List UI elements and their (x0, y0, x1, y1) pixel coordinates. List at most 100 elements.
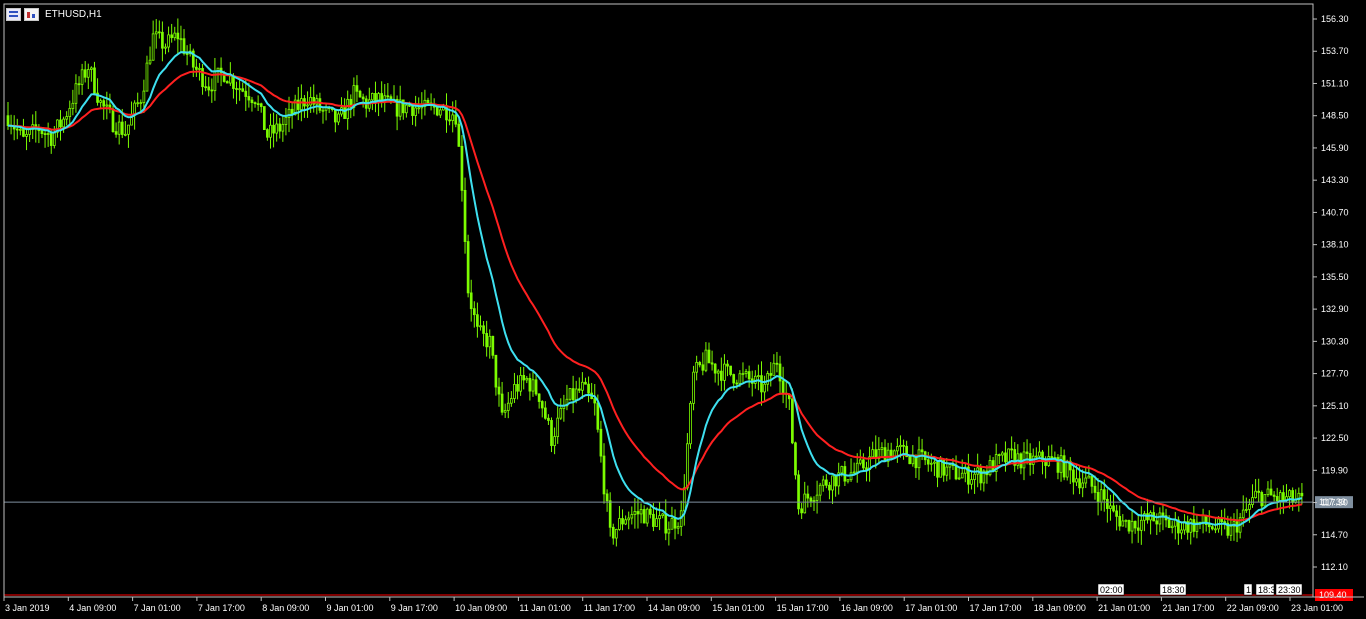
candle-body (466, 241, 470, 294)
y-tick-label: 140.70 (1321, 207, 1349, 217)
candle-body (1275, 496, 1279, 502)
candle-body (503, 410, 507, 413)
y-tick-label: 145.90 (1321, 143, 1349, 153)
candle-body (550, 420, 553, 446)
candle-body (519, 375, 522, 392)
candle-body (781, 380, 785, 394)
candle-body (68, 108, 72, 117)
candle-body (624, 519, 627, 525)
candle-body (936, 461, 939, 478)
candle-body (828, 484, 831, 491)
candle-body (673, 518, 677, 529)
candle-body (102, 100, 106, 107)
candle-body (500, 393, 504, 413)
candle-body (127, 124, 130, 135)
candle-body (1102, 489, 1106, 500)
x-tick-label: 4 Jan 09:00 (69, 603, 116, 613)
candle-body (411, 105, 414, 116)
candle-body (1266, 488, 1270, 495)
chart-window-icon[interactable] (6, 8, 21, 21)
candle-body (1004, 452, 1007, 463)
candle-body (43, 133, 47, 136)
y-tick-label: 127.70 (1321, 369, 1349, 379)
candle-body (65, 116, 69, 120)
candle-body (1001, 452, 1004, 456)
candle-body (204, 86, 207, 89)
candle-body (1087, 475, 1091, 479)
candle-body (1034, 455, 1038, 458)
candle-body (494, 354, 498, 388)
candle-body (633, 511, 637, 515)
candle-body (80, 69, 84, 85)
x-tick-label: 7 Jan 01:00 (134, 603, 181, 613)
candle-body (525, 377, 529, 381)
candle-body (281, 124, 285, 132)
time-marker-label: 18:3 (1258, 585, 1276, 595)
candle-body (1235, 521, 1239, 533)
candle-body (25, 133, 28, 137)
candle-body (729, 365, 732, 375)
candle-body (71, 102, 75, 109)
candle-body (1244, 508, 1248, 511)
candle-body (645, 508, 649, 524)
candle-body (661, 513, 665, 517)
candle-body (1127, 519, 1131, 532)
x-tick-label: 7 Jan 17:00 (198, 603, 245, 613)
candle-body (343, 107, 346, 119)
candle-body (225, 81, 229, 84)
candle-body (559, 408, 563, 419)
candle-body (22, 128, 25, 137)
candle-body (738, 373, 742, 384)
candle-body (361, 96, 365, 100)
candle-body (210, 89, 214, 92)
x-tick-label: 11 Jan 01:00 (519, 603, 570, 613)
candle-body (920, 449, 924, 453)
candle-body (93, 67, 96, 94)
candle-body (164, 46, 167, 49)
candle-body (800, 508, 803, 514)
candle-body (485, 333, 488, 348)
candle-body (797, 474, 800, 510)
candle-body (794, 442, 797, 476)
x-tick-label: 17 Jan 01:00 (905, 603, 957, 613)
candle-body (522, 375, 526, 381)
moving-averages-layer (7, 51, 1303, 527)
candle-body (1081, 482, 1085, 489)
candle-body (880, 447, 884, 450)
flag-icon[interactable] (24, 8, 39, 21)
candle-body (1201, 515, 1205, 523)
candle-body (896, 446, 899, 452)
candle-body (917, 449, 921, 469)
x-tick-label: 10 Jan 09:00 (455, 603, 507, 613)
candle-body (741, 373, 745, 375)
candle-body (1106, 498, 1109, 509)
candle-body (463, 189, 467, 242)
candle-body (1050, 456, 1054, 459)
price-chart[interactable]: 117.33109.4002:00 18:30 1 18:3 23:30 156.301… (0, 0, 1366, 619)
candle-body (1115, 510, 1118, 517)
candle-body (111, 108, 115, 133)
candle-body (611, 526, 615, 539)
candle-body (275, 123, 279, 134)
candle-body (247, 96, 251, 101)
candle-body (86, 69, 90, 78)
candle-body (337, 113, 340, 123)
candle-body (1044, 461, 1047, 466)
candle-body (124, 133, 127, 136)
candle-body (1109, 505, 1112, 509)
candle-body (605, 493, 609, 502)
candle-body (244, 90, 248, 97)
candle-body (763, 383, 766, 393)
candle-body (602, 455, 606, 495)
candle-body (648, 508, 652, 515)
chart-window[interactable]: 117.33 109.40 02:00 18:30 1 18:3 23:30 156.30 1… (0, 0, 1366, 619)
y-tick-label: 130.30 (1321, 336, 1349, 346)
x-tick-label: 9 Jan 01:00 (327, 603, 374, 613)
candle-body (284, 116, 288, 125)
x-tick-label: 21 Jan 17:00 (1162, 603, 1214, 613)
candle-body (1300, 492, 1304, 497)
candle-body (120, 121, 124, 135)
candle-body (587, 383, 590, 394)
candle-body (1112, 505, 1115, 512)
candle-body (926, 459, 930, 465)
